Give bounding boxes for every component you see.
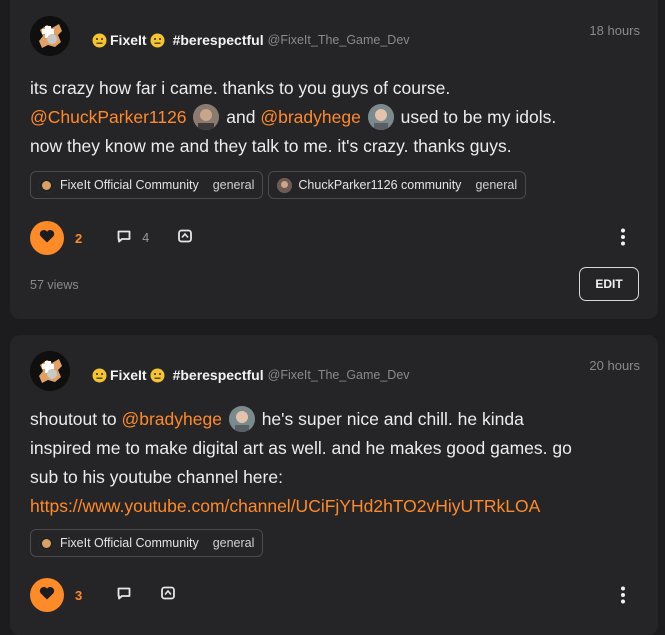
author-hashtag: #berespectful <box>172 32 264 48</box>
like-button[interactable] <box>30 578 64 612</box>
like-button[interactable] <box>30 221 64 255</box>
community-avatar <box>39 535 54 551</box>
author-name[interactable]: FixeIt <box>110 367 147 383</box>
neutral-face-emoji-icon <box>150 368 165 383</box>
post-actions: 2 4 <box>30 221 193 255</box>
post-timestamp: 18 hours <box>589 23 640 38</box>
share-icon <box>160 585 176 606</box>
author-line: FixeIt #berespectful @FixeIt_The_Game_De… <box>92 32 410 48</box>
share-button[interactable] <box>177 228 193 249</box>
edit-button[interactable]: EDIT <box>579 267 639 301</box>
community-tags: FixeIt Official Community general ChuckP… <box>30 171 527 199</box>
comment-bubble-icon <box>116 228 132 249</box>
youtube-channel-link[interactable]: https://www.youtube.com/channel/UCiFjYHd… <box>30 492 635 521</box>
post-text: shoutout to <box>30 409 122 429</box>
post-text-line: sub to his youtube channel here: <box>30 467 283 487</box>
post-actions: 3 <box>30 578 176 612</box>
post-card: FixeIt #berespectful @FixeIt_The_Game_De… <box>10 335 658 635</box>
post-text-line: inspired me to make digital art as well.… <box>30 438 572 458</box>
post-text-line: its crazy how far i came. thanks to you … <box>30 78 451 98</box>
more-options-button[interactable] <box>620 586 626 609</box>
view-count: 57 views <box>30 278 79 292</box>
post-text: used to be my idols. <box>395 107 557 127</box>
community-name: FixeIt Official Community <box>60 536 199 550</box>
community-category: general <box>212 178 255 192</box>
post-text-line: now they know me and they talk to me. it… <box>30 136 512 156</box>
more-options-button[interactable] <box>620 228 626 251</box>
mention-link[interactable]: @bradyhege <box>121 409 221 429</box>
author-line: FixeIt #berespectful @FixeIt_The_Game_De… <box>92 367 410 383</box>
author-hashtag: #berespectful <box>172 367 264 383</box>
community-chip[interactable]: ChuckParker1126 community general <box>268 171 527 199</box>
community-name: FixeIt Official Community <box>60 178 199 192</box>
community-category: general <box>475 178 518 192</box>
more-vertical-icon <box>620 586 626 608</box>
mention-link[interactable]: @bradyhege <box>260 107 360 127</box>
mention-avatar <box>193 104 220 130</box>
share-button[interactable] <box>160 585 176 606</box>
post-text-line: @ChuckParker1126 and @bradyhege used to … <box>30 103 635 132</box>
post-card: FixeIt #berespectful @FixeIt_The_Game_De… <box>10 0 658 319</box>
more-vertical-icon <box>620 228 626 250</box>
comment-count: 4 <box>142 231 150 245</box>
mention-avatar <box>228 406 255 432</box>
mention-avatar <box>367 104 394 130</box>
comment-button[interactable]: 4 <box>116 228 149 249</box>
author-handle[interactable]: @FixeIt_The_Game_Dev <box>268 368 410 382</box>
post-text: he's super nice and chill. he kinda <box>256 409 524 429</box>
community-tags: FixeIt Official Community general <box>30 529 264 557</box>
community-chip[interactable]: FixeIt Official Community general <box>30 529 264 557</box>
community-chip[interactable]: FixeIt Official Community general <box>30 171 264 199</box>
heart-icon <box>39 586 55 605</box>
like-count: 3 <box>75 587 83 603</box>
community-name: ChuckParker1126 community <box>298 178 462 192</box>
like-count: 2 <box>75 230 83 246</box>
community-category: general <box>212 536 255 550</box>
author-handle[interactable]: @FixeIt_The_Game_Dev <box>268 33 410 47</box>
post-text: and <box>221 107 261 127</box>
author-avatar[interactable] <box>30 351 70 391</box>
neutral-face-emoji-icon <box>150 33 165 48</box>
comment-bubble-icon <box>116 585 132 606</box>
author-name[interactable]: FixeIt <box>110 32 147 48</box>
mention-link[interactable]: @ChuckParker1126 <box>30 107 187 127</box>
neutral-face-emoji-icon <box>92 33 107 48</box>
share-icon <box>177 228 193 249</box>
post-body: its crazy how far i came. thanks to you … <box>30 74 635 161</box>
comment-button[interactable] <box>116 585 132 606</box>
community-avatar <box>277 177 293 193</box>
heart-icon <box>39 229 55 248</box>
author-avatar[interactable] <box>30 16 70 56</box>
community-avatar <box>39 177 54 193</box>
neutral-face-emoji-icon <box>92 368 107 383</box>
post-timestamp: 20 hours <box>589 358 640 373</box>
post-body: shoutout to @bradyhege he's super nice a… <box>30 405 635 521</box>
post-text-line: shoutout to @bradyhege he's super nice a… <box>30 405 635 434</box>
